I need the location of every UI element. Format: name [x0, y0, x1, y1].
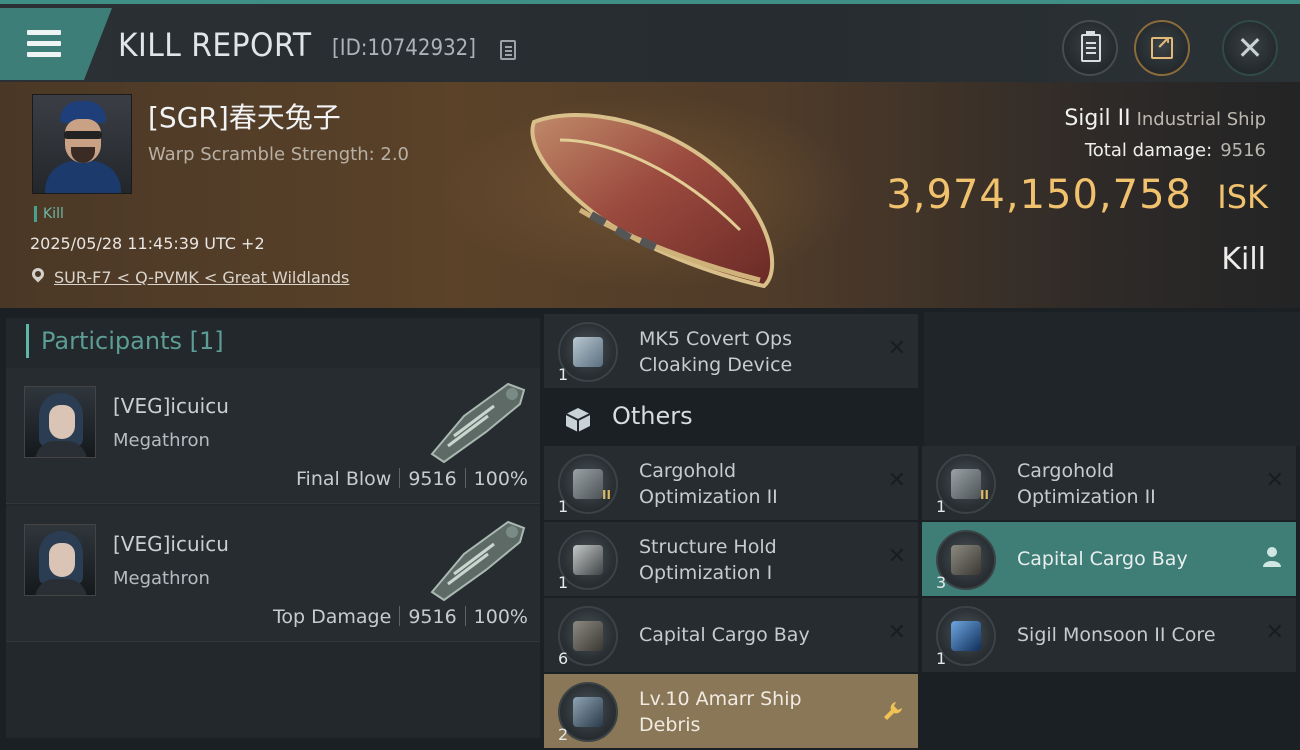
kill-datetime: 2025/05/28 11:45:39 UTC +2: [30, 234, 265, 253]
item-quantity: 3: [936, 573, 947, 592]
participants-panel: Participants [1] [VEG]icuicu Megathron F…: [6, 318, 540, 738]
participant-stats: Final Blow 9516 100%: [296, 468, 528, 490]
destroyed-x-icon: ✕: [887, 544, 906, 569]
destroyed-x-icon: ✕: [887, 620, 906, 645]
page-title: KILL REPORT: [118, 26, 312, 64]
isk-unit: ISK: [1217, 178, 1268, 216]
victim-banner: [SGR]春天兔子 Warp Scramble Strength: 2.0 Ki…: [0, 82, 1300, 308]
clipboard-icon: [1081, 31, 1101, 62]
others-section-header: Others: [544, 392, 918, 446]
destroyed-x-icon: ✕: [887, 468, 906, 493]
megathron-ship-icon: [430, 520, 526, 602]
destroyed-x-icon: ✕: [1265, 468, 1284, 493]
divider: [464, 468, 466, 488]
participant-card[interactable]: [VEG]icuicu Megathron Final Blow 9516 100%: [6, 368, 540, 504]
participant-percent: 100%: [473, 468, 528, 490]
item-label: Lv.10 Amarr Ship Debris: [639, 688, 802, 736]
item-label: Sigil Monsoon II Core: [1017, 624, 1216, 646]
participants-header: Participants [1]: [26, 324, 224, 358]
ship-name: Sigil II: [1064, 106, 1131, 131]
item-capital-cargo-bay-dropped[interactable]: 3 Capital Cargo Bay: [922, 522, 1296, 596]
close-icon: ✕: [1236, 29, 1264, 67]
header-bar: KILL REPORT [ID:10742932] ✕: [0, 0, 1300, 82]
empty-slot: [924, 312, 1300, 446]
item-label: Cargohold Optimization II: [1017, 460, 1156, 508]
destroyed-x-icon: ✕: [1265, 620, 1284, 645]
ship-name-line: Sigil II Industrial Ship: [1064, 106, 1266, 131]
participant-percent: 100%: [473, 606, 528, 628]
item-quantity: 1: [936, 497, 947, 516]
destroyed-x-icon: ✕: [887, 336, 906, 361]
result-label: Kill: [1221, 242, 1266, 277]
hamburger-icon-bar: [27, 52, 61, 57]
participant-card[interactable]: [VEG]icuicu Megathron Top Damage 9516 100%: [6, 506, 540, 642]
report-id: [ID:10742932]: [332, 36, 476, 61]
item-quantity: 1: [558, 497, 569, 516]
item-cloaking-device[interactable]: 1 MK5 Covert Ops Cloaking Device ✕: [544, 314, 918, 388]
item-capital-cargo-bay[interactable]: 6 Capital Cargo Bay ✕: [544, 598, 918, 672]
others-label: Others: [612, 402, 693, 430]
participant-ship: Megathron: [113, 430, 210, 451]
total-damage: Total damage: 9516: [1085, 140, 1266, 161]
item-quantity: 1: [558, 573, 569, 592]
tier-badge: II: [980, 488, 989, 502]
item-label: Capital Cargo Bay: [1017, 548, 1188, 570]
ship-class: Industrial Ship: [1136, 109, 1266, 130]
items-panel: 1 MK5 Covert Ops Cloaking Device ✕ Others…: [544, 312, 1300, 750]
divider: [464, 606, 466, 626]
item-label: MK5 Covert Ops Cloaking Device: [639, 328, 793, 376]
share-icon: [1151, 33, 1173, 59]
victim-name[interactable]: [SGR]春天兔子: [148, 96, 341, 136]
item-cargohold-optimization[interactable]: 1 II Cargohold Optimization II ✕: [544, 446, 918, 520]
location-link[interactable]: SUR-F7 < Q-PVMK < Great Wildlands: [54, 268, 349, 287]
wrench-icon: [884, 702, 902, 720]
ship-image: [530, 113, 775, 289]
tier-badge: II: [602, 488, 611, 502]
share-button[interactable]: [1134, 20, 1190, 76]
hamburger-icon: [27, 30, 61, 35]
item-label: Structure Hold Optimization I: [639, 536, 777, 584]
participant-damage: 9516: [408, 468, 457, 490]
item-quantity: 1: [558, 365, 569, 384]
participant-role: Final Blow: [296, 468, 392, 490]
divider: [399, 606, 401, 626]
victim-avatar[interactable]: [32, 94, 132, 194]
participant-role: Top Damage: [273, 606, 392, 628]
item-ship-debris[interactable]: 2 Lv.10 Amarr Ship Debris: [544, 674, 918, 748]
isk-value: 3,974,150,758: [886, 172, 1192, 218]
item-quantity: 6: [558, 649, 569, 668]
participant-ship: Megathron: [113, 568, 210, 589]
item-quantity: 2: [558, 725, 569, 744]
divider: [399, 468, 401, 488]
total-damage-value: 9516: [1220, 140, 1266, 161]
copy-icon[interactable]: [500, 40, 516, 60]
hamburger-icon-bar: [27, 41, 61, 46]
item-structure-hold-optimization[interactable]: 1 Structure Hold Optimization I ✕: [544, 522, 918, 596]
location-pin-icon: [29, 265, 47, 283]
participant-name: [VEG]icuicu: [113, 532, 229, 556]
avatar: [24, 386, 96, 458]
item-quantity: 1: [936, 649, 947, 668]
kill-tag: Kill: [34, 206, 64, 222]
participant-name: [VEG]icuicu: [113, 394, 229, 418]
item-label: Capital Cargo Bay: [639, 624, 810, 646]
item-cargohold-optimization[interactable]: 1 II Cargohold Optimization II ✕: [922, 446, 1296, 520]
item-sigil-monsoon-core[interactable]: 1 Sigil Monsoon II Core ✕: [922, 598, 1296, 672]
item-label: Cargohold Optimization II: [639, 460, 778, 508]
menu-button[interactable]: [0, 8, 112, 80]
person-icon: [1263, 547, 1281, 567]
clipboard-button[interactable]: [1062, 20, 1118, 76]
cube-icon: [565, 408, 591, 432]
close-button[interactable]: ✕: [1222, 20, 1278, 76]
megathron-ship-icon: [430, 382, 526, 464]
total-damage-label: Total damage:: [1084, 140, 1213, 161]
participant-damage: 9516: [408, 606, 457, 628]
warp-scramble-strength: Warp Scramble Strength: 2.0: [148, 144, 410, 165]
participant-stats: Top Damage 9516 100%: [273, 606, 528, 628]
avatar: [24, 524, 96, 596]
